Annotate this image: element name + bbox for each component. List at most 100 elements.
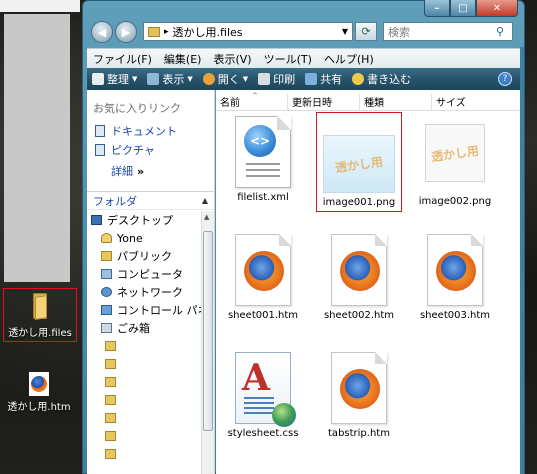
refresh-icon: ⟳ <box>361 25 371 38</box>
forward-button[interactable]: ▶ <box>115 21 137 43</box>
burn-label: 書き込む <box>367 73 412 86</box>
tree-item-label: Yone <box>117 231 143 245</box>
column-modified[interactable]: 更新日時 <box>288 93 360 110</box>
address-bar[interactable]: ▸ 透かし用.files ▼ <box>143 22 353 41</box>
watermark-text: 透かし用 <box>430 143 480 164</box>
file-name: tabstrip.htm <box>328 428 390 439</box>
file-item[interactable]: sheet002.htm <box>316 234 402 321</box>
column-modified-label: 更新日時 <box>292 98 332 109</box>
back-arrow-icon: ◀ <box>97 25 107 39</box>
menu-view[interactable]: 表示(V) <box>213 51 251 67</box>
back-button[interactable]: ◀ <box>91 21 113 43</box>
folder-tree-scrollbar[interactable]: ▲ <box>201 211 214 474</box>
firefox-document-icon <box>29 372 49 396</box>
views-button[interactable]: 表示 ▼ <box>147 71 193 87</box>
tree-item-network[interactable]: ネットワーク <box>87 283 201 301</box>
forward-arrow-icon: ▶ <box>121 25 131 39</box>
desktop-htm-icon[interactable]: 透かし用.htm <box>2 372 76 413</box>
menu-bar: ファイル(F) 編集(E) 表示(V) ツール(T) ヘルプ(H) <box>87 48 520 68</box>
column-size[interactable]: サイズ <box>432 94 518 110</box>
navigation-pane: お気に入りリンク ドキュメント ピクチャ 詳細 » フォルダ ▲ デスクトップ Y… <box>87 90 215 474</box>
firefox-document-icon <box>331 234 387 306</box>
file-item[interactable]: A stylesheet.css <box>220 352 306 439</box>
menu-edit[interactable]: 編集(E) <box>164 51 202 67</box>
folder-icon <box>105 359 116 369</box>
xml-file-icon: <> <box>235 116 291 188</box>
scroll-up-icon[interactable]: ▲ <box>204 213 209 221</box>
favorite-documents[interactable]: ドキュメント <box>95 123 177 139</box>
tree-item-folder[interactable] <box>87 409 201 427</box>
print-button[interactable]: 印刷 <box>258 71 295 87</box>
open-button[interactable]: 開く ▼ <box>202 71 248 87</box>
command-bar: 整理 ▼ 表示 ▼ 開く ▼ 印刷 共有 書き込む ? <box>87 68 520 90</box>
file-item[interactable]: sheet001.htm <box>220 234 306 321</box>
column-size-label: サイズ <box>436 98 466 109</box>
help-icon[interactable]: ? <box>498 72 512 86</box>
tree-item-folder[interactable] <box>87 355 201 373</box>
scrollbar-thumb[interactable] <box>203 231 213 431</box>
tree-item-folder[interactable] <box>87 373 201 391</box>
chevron-down-icon: ▼ <box>132 75 138 83</box>
desktop-folder-label: 透かし用.files <box>8 328 72 339</box>
file-name: stylesheet.css <box>227 428 299 439</box>
tree-item-public[interactable]: パブリック <box>87 247 201 265</box>
address-path[interactable]: 透かし用.files <box>173 24 338 40</box>
window-frame-right <box>520 47 524 474</box>
file-name: sheet003.htm <box>419 310 491 321</box>
search-placeholder[interactable]: 検索 <box>388 24 496 40</box>
print-label: 印刷 <box>273 73 296 86</box>
menu-file[interactable]: ファイル(F) <box>93 51 152 67</box>
image-thumbnail: 透かし用 <box>323 135 395 193</box>
firefox-document-icon <box>331 352 387 424</box>
tree-item-folder[interactable] <box>87 391 201 409</box>
share-button[interactable]: 共有 <box>305 71 342 87</box>
desktop-icon <box>91 215 102 225</box>
organize-button[interactable]: 整理 ▼ <box>92 71 137 87</box>
minimize-button[interactable]: – <box>424 0 450 17</box>
chevron-right-icon[interactable]: ▸ <box>164 27 169 37</box>
file-item[interactable]: sheet003.htm <box>412 234 498 321</box>
close-button[interactable]: ✕ <box>476 0 518 17</box>
refresh-button[interactable]: ⟳ <box>355 22 377 41</box>
window-controls: – □ ✕ <box>424 0 518 17</box>
folder-icon <box>105 431 116 441</box>
views-icon <box>147 73 160 85</box>
tree-item-folder[interactable] <box>87 427 201 445</box>
folders-heading[interactable]: フォルダ ▲ <box>87 191 214 210</box>
folders-heading-label: フォルダ <box>93 194 137 208</box>
tree-item-folder[interactable] <box>87 445 201 463</box>
search-icon[interactable]: ⚲ <box>496 25 512 38</box>
tree-item-yone[interactable]: Yone <box>87 229 201 247</box>
chevron-down-icon[interactable]: ▼ <box>338 27 352 36</box>
column-name[interactable]: 名前 ^ <box>216 92 288 110</box>
more-link[interactable]: 詳細 » <box>111 163 144 179</box>
file-item-selected[interactable]: 透かし用 image001.png <box>316 112 402 212</box>
file-item[interactable]: <> filelist.xml <box>220 116 306 203</box>
menu-help[interactable]: ヘルプ(H) <box>324 51 374 67</box>
more-label: 詳細 <box>111 165 133 178</box>
tree-item-desktop[interactable]: デスクトップ <box>87 211 201 229</box>
folder-icon <box>105 395 116 405</box>
favorite-pictures[interactable]: ピクチャ <box>95 142 155 158</box>
maximize-button[interactable]: □ <box>450 0 476 17</box>
file-name: image001.png <box>322 197 396 208</box>
file-item[interactable]: 透かし用 image002.png <box>412 116 498 207</box>
desktop-folder-icon[interactable]: 透かし用.files <box>3 288 77 342</box>
tree-item-control-panel[interactable]: コントロール パネ <box>87 301 201 319</box>
pictures-icon <box>95 144 105 156</box>
column-type[interactable]: 種類 <box>360 93 432 110</box>
firefox-document-icon <box>235 234 291 306</box>
search-input[interactable]: 検索 ⚲ <box>383 22 513 41</box>
views-label: 表示 <box>162 73 185 86</box>
folder-icon <box>105 449 116 459</box>
menu-tools[interactable]: ツール(T) <box>264 51 312 67</box>
burn-button[interactable]: 書き込む <box>352 71 411 87</box>
tree-item-computer[interactable]: コンピュータ <box>87 265 201 283</box>
firefox-document-icon <box>427 234 483 306</box>
folder-icon <box>105 413 116 423</box>
tree-item-recycle-bin[interactable]: ごみ箱 <box>87 319 201 337</box>
tree-item-folder[interactable] <box>87 337 201 355</box>
title-bar: – □ ✕ ◀ ▶ ▸ 透かし用.files ▼ ⟳ 検索 ⚲ <box>83 0 524 47</box>
file-item[interactable]: tabstrip.htm <box>316 352 402 439</box>
double-chevron-icon: » <box>137 165 145 178</box>
